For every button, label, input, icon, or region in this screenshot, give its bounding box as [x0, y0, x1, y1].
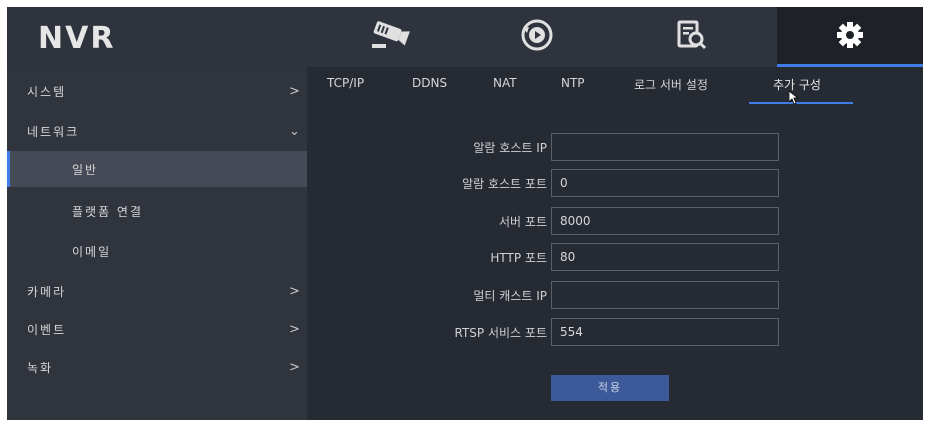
main-content: TCP/IP DDNS NAT NTP 로그 서버 설정 추가 구성 알람 호스… [307, 67, 923, 420]
chevron-right-icon: > [289, 283, 302, 299]
alarm-host-ip-label: 알람 호스트 IP [473, 141, 547, 155]
tab-tcpip[interactable]: TCP/IP [327, 76, 364, 90]
apply-button[interactable]: 적용 [551, 375, 669, 401]
sidebar-item-label: 이벤트 [27, 322, 67, 337]
top-navigation-bar: NVR [7, 7, 923, 67]
sidebar-item-label: 카메라 [27, 284, 67, 299]
tab-ntp[interactable]: NTP [561, 76, 585, 90]
sidebar-item-label: 녹화 [27, 360, 54, 375]
alarm-host-ip-input[interactable] [551, 133, 779, 161]
live-view-nav-button[interactable] [325, 7, 455, 67]
tab-bar: TCP/IP DDNS NAT NTP 로그 서버 설정 추가 구성 [307, 67, 923, 105]
sidebar-item-system[interactable]: 시스템 > [7, 73, 307, 109]
tab-log-server-settings[interactable]: 로그 서버 설정 [634, 76, 708, 93]
nvr-logo: NVR [38, 21, 116, 56]
active-tab-indicator [749, 102, 853, 104]
sidebar-item-general[interactable]: 일반 [7, 151, 307, 187]
chevron-right-icon: > [289, 359, 302, 375]
sidebar-item-label: 플랫폼 연결 [72, 204, 144, 219]
multicast-ip-input[interactable] [551, 281, 779, 309]
sidebar-item-event[interactable]: 이벤트 > [7, 311, 307, 347]
gear-icon [835, 20, 865, 54]
multicast-ip-label: 멀티 캐스트 IP [473, 289, 547, 303]
search-log-icon [674, 18, 708, 56]
http-port-label: HTTP 포트 [490, 251, 547, 265]
playback-nav-button[interactable] [472, 7, 602, 67]
sidebar-item-label: 일반 [72, 162, 99, 177]
playback-icon [520, 18, 554, 56]
sidebar: 시스템 > 네트워크 ⌄ 일반 플랫폼 연결 이메일 카메라 > 이벤트 > 녹… [7, 67, 307, 420]
search-nav-button[interactable] [626, 7, 756, 67]
sidebar-item-label: 이메일 [72, 244, 112, 259]
alarm-host-port-label: 알람 호스트 포트 [462, 177, 547, 191]
settings-nav-button[interactable] [777, 7, 923, 67]
chevron-right-icon: > [289, 321, 302, 337]
alarm-host-port-input[interactable]: 0 [551, 169, 779, 197]
sidebar-item-camera[interactable]: 카메라 > [7, 273, 307, 309]
camera-icon [366, 19, 414, 55]
http-port-input[interactable]: 80 [551, 243, 779, 271]
server-port-input[interactable]: 8000 [551, 207, 779, 235]
sidebar-item-label: 네트워크 [27, 124, 80, 139]
sidebar-item-platform-connection[interactable]: 플랫폼 연결 [7, 193, 307, 229]
sidebar-item-network[interactable]: 네트워크 ⌄ [7, 113, 307, 149]
server-port-label: 서버 포트 [499, 215, 547, 229]
tab-ddns[interactable]: DDNS [412, 76, 447, 90]
sidebar-item-email[interactable]: 이메일 [7, 233, 307, 269]
tab-nat[interactable]: NAT [493, 76, 517, 90]
nvr-window: NVR 시스템 > 네트워크 ⌄ 일반 플랫폼 연결 이메일 카메라 > 이벤트… [7, 7, 923, 420]
rtsp-service-port-input[interactable]: 554 [551, 318, 779, 346]
mouse-pointer-icon [789, 91, 799, 105]
sidebar-item-label: 시스템 [27, 84, 67, 99]
chevron-right-icon: > [289, 83, 302, 99]
rtsp-service-port-label: RTSP 서비스 포트 [454, 326, 547, 340]
chevron-down-icon: ⌄ [289, 123, 302, 139]
sidebar-item-recording[interactable]: 녹화 > [7, 349, 307, 385]
